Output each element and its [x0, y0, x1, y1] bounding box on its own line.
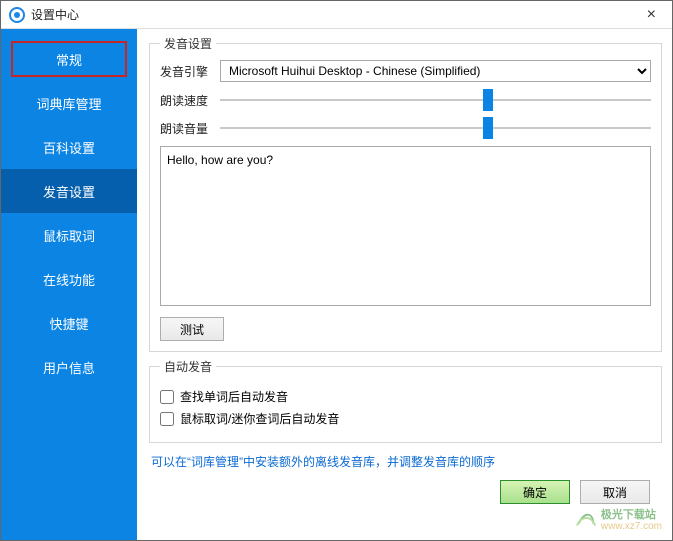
auto-after-search-checkbox[interactable]	[160, 390, 174, 404]
settings-window: 设置中心 × 常规 词典库管理 百科设置 发音设置 鼠标取词 在线功能 快捷键 …	[0, 0, 673, 541]
auto-after-mouse-checkbox[interactable]	[160, 412, 174, 426]
sidebar-item-encyclopedia[interactable]: 百科设置	[1, 125, 137, 169]
checkbox-label: 鼠标取词/迷你查词后自动发音	[180, 410, 339, 427]
speed-slider[interactable]	[220, 90, 651, 110]
engine-label: 发音引擎	[160, 63, 220, 80]
volume-slider[interactable]	[220, 118, 651, 138]
cancel-button[interactable]: 取消	[580, 480, 650, 504]
sidebar-item-pronunciation[interactable]: 发音设置	[1, 169, 137, 213]
volume-row: 朗读音量	[160, 118, 651, 138]
sample-textarea[interactable]	[160, 146, 651, 306]
sidebar: 常规 词典库管理 百科设置 发音设置 鼠标取词 在线功能 快捷键 用户信息	[1, 29, 137, 540]
sidebar-item-general[interactable]: 常规	[11, 41, 127, 77]
slider-thumb[interactable]	[483, 89, 493, 111]
speed-row: 朗读速度	[160, 90, 651, 110]
pronounce-legend: 发音设置	[160, 35, 216, 52]
auto-after-mouse-row: 鼠标取词/迷你查词后自动发音	[160, 410, 651, 427]
sidebar-item-user[interactable]: 用户信息	[1, 345, 137, 389]
sidebar-item-mouse-pick[interactable]: 鼠标取词	[1, 213, 137, 257]
volume-label: 朗读音量	[160, 120, 220, 137]
sidebar-item-online[interactable]: 在线功能	[1, 257, 137, 301]
sidebar-item-label: 快捷键	[49, 314, 88, 333]
window-title: 设置中心	[31, 6, 79, 23]
engine-select[interactable]: Microsoft Huihui Desktop - Chinese (Simp…	[220, 60, 651, 82]
auto-fieldset: 自动发音 查找单词后自动发音 鼠标取词/迷你查词后自动发音	[149, 358, 662, 443]
close-icon[interactable]: ×	[639, 6, 664, 24]
footer: 确定 取消	[149, 476, 662, 512]
app-icon	[9, 7, 25, 23]
sidebar-item-label: 鼠标取词	[43, 226, 95, 245]
sidebar-item-label: 常规	[56, 50, 82, 69]
main-panel: 发音设置 发音引擎 Microsoft Huihui Desktop - Chi…	[137, 29, 672, 540]
body: 常规 词典库管理 百科设置 发音设置 鼠标取词 在线功能 快捷键 用户信息 发音…	[1, 29, 672, 540]
checkbox-label: 查找单词后自动发音	[180, 388, 288, 405]
sidebar-item-hotkey[interactable]: 快捷键	[1, 301, 137, 345]
speed-label: 朗读速度	[160, 92, 220, 109]
pronounce-fieldset: 发音设置 发音引擎 Microsoft Huihui Desktop - Chi…	[149, 35, 662, 352]
auto-after-search-row: 查找单词后自动发音	[160, 388, 651, 405]
slider-track	[220, 99, 651, 101]
sidebar-item-dictionary[interactable]: 词典库管理	[1, 81, 137, 125]
sidebar-item-label: 百科设置	[43, 138, 95, 157]
auto-legend: 自动发音	[160, 358, 216, 375]
sidebar-item-label: 用户信息	[43, 358, 95, 377]
ok-button[interactable]: 确定	[500, 480, 570, 504]
titlebar: 设置中心 ×	[1, 1, 672, 29]
slider-track	[220, 127, 651, 129]
hint-text: 可以在“词库管理”中安装额外的离线发音库，并调整发音库的顺序	[149, 453, 662, 470]
sidebar-item-label: 在线功能	[43, 270, 95, 289]
sidebar-item-label: 发音设置	[43, 182, 95, 201]
slider-thumb[interactable]	[483, 117, 493, 139]
engine-row: 发音引擎 Microsoft Huihui Desktop - Chinese …	[160, 60, 651, 82]
sidebar-item-label: 词典库管理	[36, 94, 101, 113]
test-button[interactable]: 测试	[160, 317, 224, 341]
